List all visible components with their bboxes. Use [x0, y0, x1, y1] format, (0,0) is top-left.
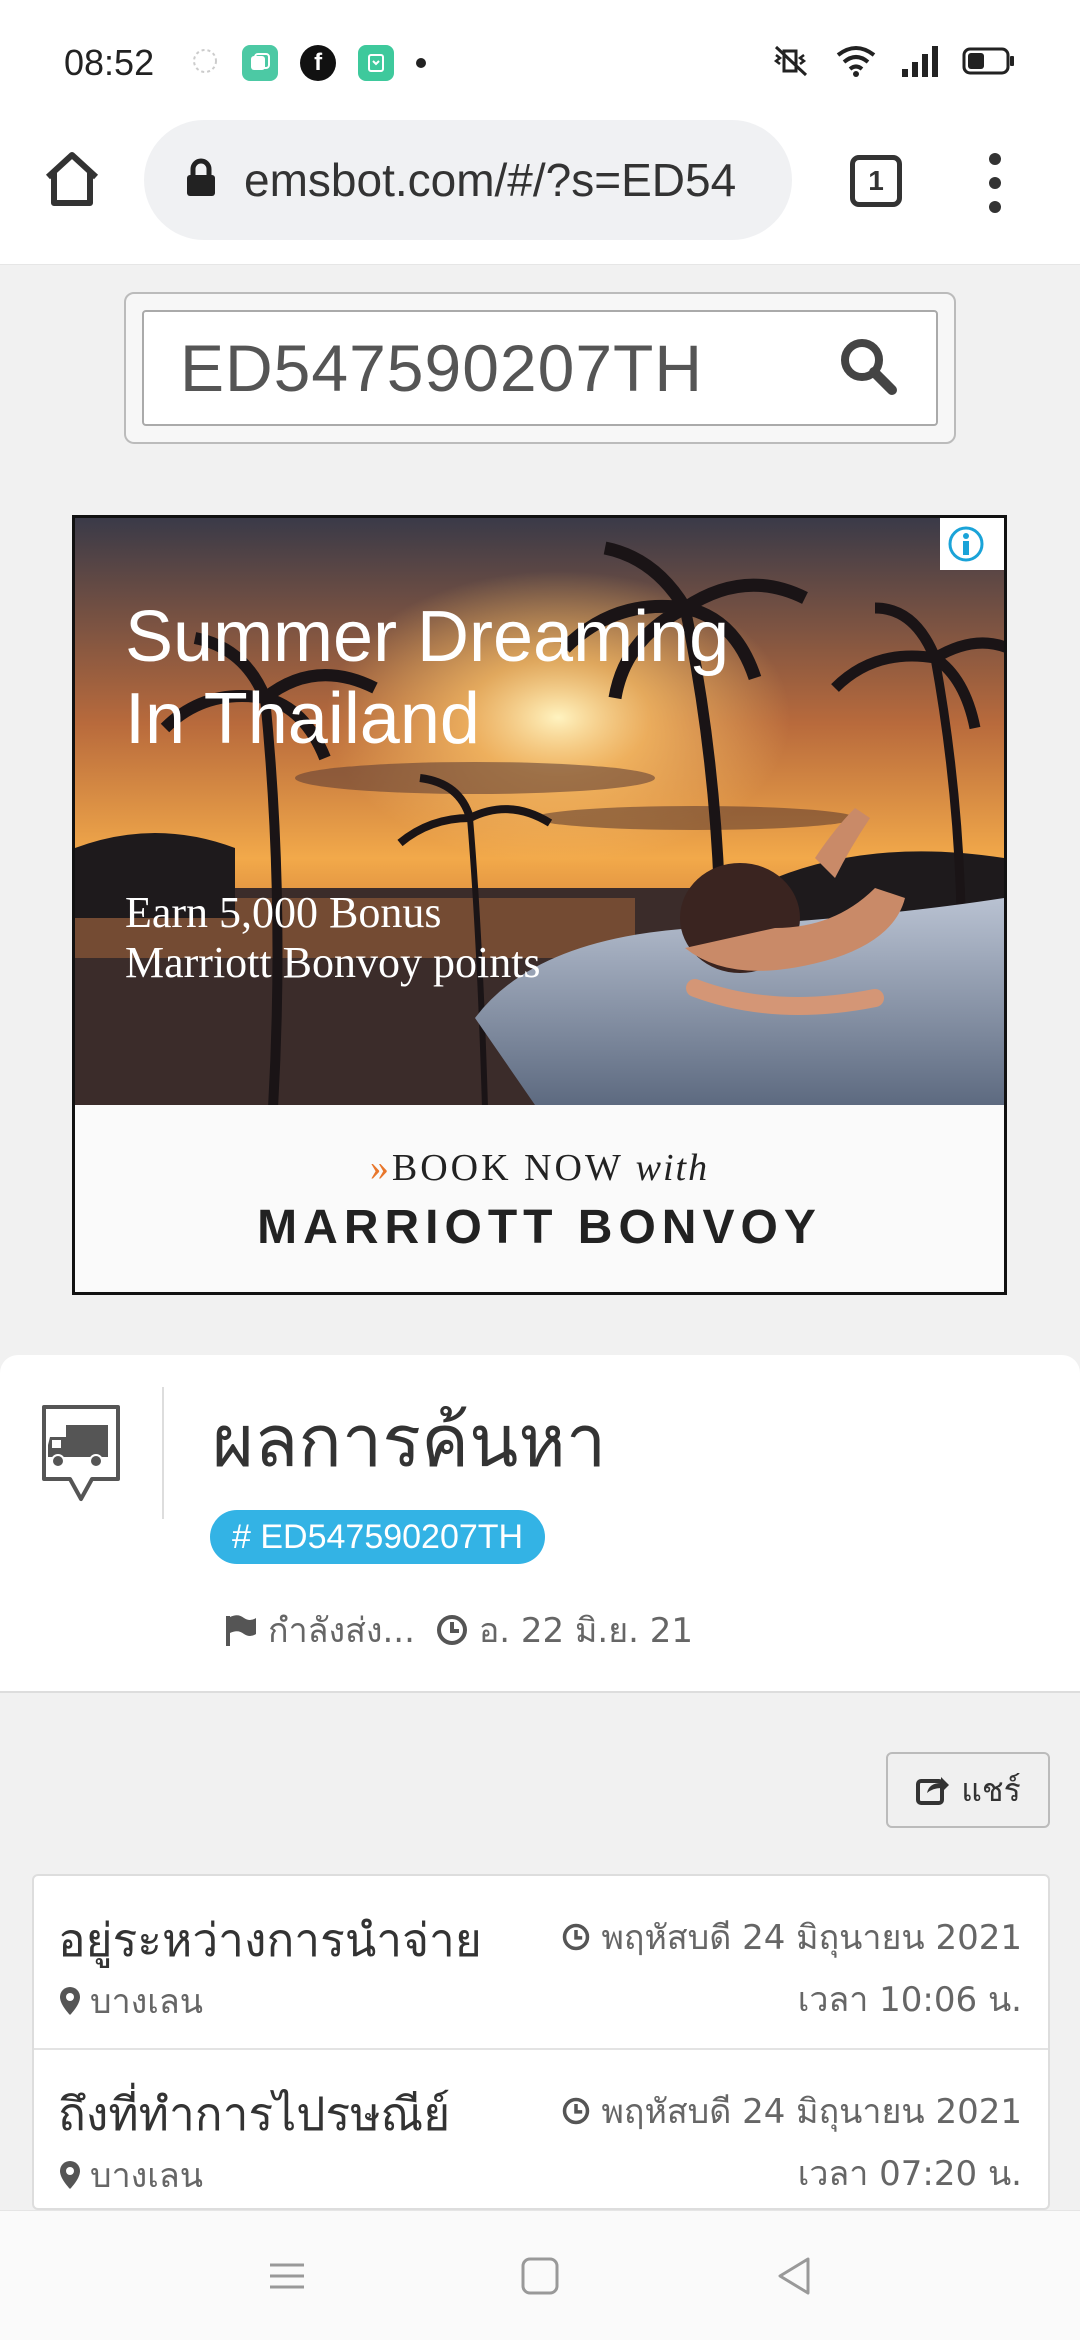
ad-sub-line2: Marriott Bonvoy points: [125, 938, 541, 987]
timeline-date-text: พฤหัสบดี 24 มิถุนายน 2021: [601, 2092, 1022, 2132]
timeline-item: อยู่ระหว่างการนำจ่าย บางเลน พฤหัสบดี 24 …: [34, 1876, 1048, 2050]
status-bar: 08:52 f: [0, 0, 1080, 125]
ad-headline-line2: In Thailand: [125, 679, 480, 759]
ad-subtext: Earn 5,000 Bonus Marriott Bonvoy points: [125, 888, 541, 988]
tab-switcher-button[interactable]: 1: [850, 155, 902, 207]
more-notifications-dot: [416, 57, 427, 68]
advertisement-banner[interactable]: Summer Dreaming In Thailand Earn 5,000 B…: [72, 515, 1007, 1295]
ad-cta-label: BOOK NOW: [391, 1146, 624, 1189]
timeline-date-text: พฤหัสบดี 24 มิถุนายน 2021: [601, 1918, 1022, 1958]
ad-headline: Summer Dreaming In Thailand: [125, 596, 729, 760]
menu-dot: [989, 201, 1001, 213]
home-icon: [45, 152, 99, 206]
timeline-location-text: บางเลน: [90, 1982, 203, 2022]
messages-icon: [242, 44, 279, 81]
back-nav-button[interactable]: [770, 2251, 820, 2301]
menu-dot: [989, 153, 1001, 165]
share-icon: [916, 1777, 950, 1805]
facebook-icon: f: [300, 44, 337, 81]
search-icon[interactable]: [836, 334, 900, 402]
divider: [162, 1387, 164, 1519]
clock-icon: [563, 1923, 590, 1951]
browser-menu-button[interactable]: [980, 153, 1010, 213]
wifi-icon: [834, 43, 878, 83]
ad-headline-line1: Summer Dreaming: [125, 597, 730, 677]
timeline-time: เวลา 07:20 น.: [797, 2154, 1022, 2194]
app-icon: [358, 44, 395, 81]
battery-icon: [962, 45, 1016, 81]
url-text: emsbot.com/#/?s=ED54: [244, 154, 737, 206]
result-title: ผลการค้นหา: [212, 1399, 607, 1483]
ad-cta-with: with: [635, 1146, 710, 1189]
timeline-time: เวลา 10:06 น.: [797, 1980, 1022, 2020]
timeline-location-text: บางเลน: [90, 2156, 203, 2196]
result-meta: กำลังส่ง... อ. 22 มิ.ย. 21: [222, 1603, 693, 1657]
timeline-status: ถึงที่ทำการไปรษณีย์: [58, 2087, 451, 2141]
square-icon: [521, 2257, 559, 2295]
status-time: 08:52: [64, 41, 155, 83]
clock-icon: [436, 1615, 467, 1645]
flag-icon: [226, 1615, 256, 1646]
status-meta: กำลังส่ง...: [222, 1603, 415, 1657]
search-box: ED547590207TH: [124, 292, 956, 444]
delivery-truck-icon: [40, 1403, 122, 1507]
info-icon: [948, 526, 984, 562]
home-button[interactable]: [42, 149, 102, 209]
browser-toolbar: emsbot.com/#/?s=ED54 1: [0, 115, 1080, 265]
timeline-location: บางเลน: [58, 2148, 203, 2202]
ad-choices-button[interactable]: [940, 518, 1004, 570]
map-pin-icon: [60, 2161, 80, 2189]
date-text: อ. 22 มิ.ย. 21: [478, 1611, 694, 1651]
timeline-item: ถึงที่ทำการไปรษณีย์ บางเลน พฤหัสบดี 24 ม…: [34, 2050, 1048, 2208]
timeline-date: พฤหัสบดี 24 มิถุนายน 2021: [561, 1910, 1022, 1964]
cell-signal-icon: [900, 43, 940, 83]
timeline-status: อยู่ระหว่างการนำจ่าย: [58, 1913, 482, 1967]
ad-sub-line1: Earn 5,000 Bonus: [125, 888, 442, 937]
share-button[interactable]: แชร์: [886, 1752, 1050, 1828]
notification-icons: f: [190, 44, 427, 81]
timeline-location: บางเลน: [58, 1974, 203, 2028]
book-now-text: »BOOK NOW with: [370, 1146, 709, 1190]
lock-icon: [184, 158, 218, 202]
result-card: ผลการค้นหา # ED547590207TH กำลังส่ง... อ…: [0, 1355, 1080, 1693]
tracking-search-input[interactable]: ED547590207TH: [142, 310, 938, 426]
home-nav-button[interactable]: [515, 2251, 565, 2301]
menu-lines-icon: [270, 2263, 304, 2289]
map-pin-icon: [60, 1987, 80, 2015]
tracking-timeline: อยู่ระหว่างการนำจ่าย บางเลน พฤหัสบดี 24 …: [32, 1874, 1050, 2210]
ad-brand-logo: MARRIOTT BONVOY: [257, 1200, 822, 1254]
status-icons: [768, 43, 1016, 83]
timeline-date: พฤหัสบดี 24 มิถุนายน 2021: [561, 2084, 1022, 2138]
signal-app-icon: [190, 46, 220, 80]
vibrate-mute-icon: [768, 43, 812, 83]
system-navigation-bar: [0, 2210, 1080, 2340]
clock-icon: [563, 2097, 590, 2125]
address-bar[interactable]: emsbot.com/#/?s=ED54: [144, 120, 792, 240]
menu-dot: [989, 177, 1001, 189]
status-text: กำลังส่ง...: [268, 1611, 415, 1651]
tracking-number-badge: # ED547590207TH: [210, 1510, 546, 1564]
back-triangle-icon: [778, 2257, 810, 2295]
ad-cta-arrow: »: [369, 1146, 392, 1189]
search-value: ED547590207TH: [180, 331, 704, 405]
ad-cta-area[interactable]: »BOOK NOW with MARRIOTT BONVOY: [75, 1105, 1004, 1292]
recents-button[interactable]: [262, 2251, 312, 2301]
share-label: แชร์: [961, 1770, 1021, 1809]
date-meta: อ. 22 มิ.ย. 21: [435, 1603, 693, 1657]
